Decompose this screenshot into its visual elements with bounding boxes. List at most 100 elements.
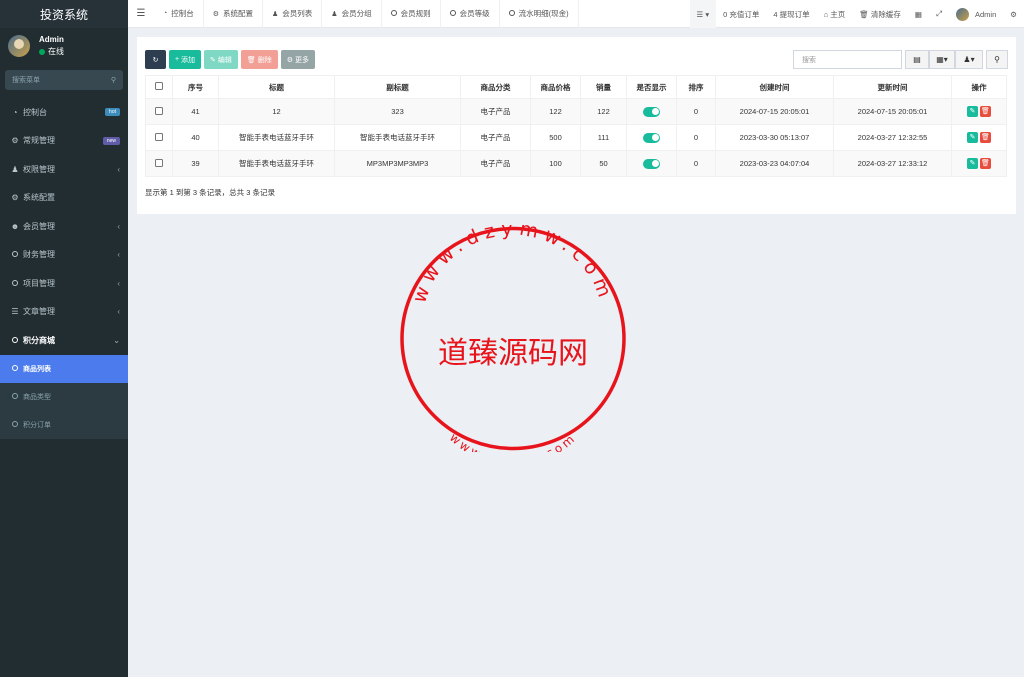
col-id[interactable]: 序号 bbox=[172, 75, 219, 99]
row-checkbox[interactable] bbox=[145, 98, 173, 125]
columns-button[interactable]: ▦▾ bbox=[929, 50, 955, 69]
search-icon: ⚲ bbox=[994, 55, 1000, 64]
sidebar-search-input[interactable]: 搜索菜单 ⚲ bbox=[5, 70, 123, 90]
cogs-icon: ⚙ bbox=[11, 136, 19, 146]
delete-button[interactable]: 🗑 删除 bbox=[240, 50, 278, 69]
row-checkbox[interactable] bbox=[145, 150, 173, 177]
sidebar-item-auth[interactable]: ♟ 权限管理 ‹ bbox=[0, 155, 128, 184]
dashboard-icon: ◔ bbox=[163, 10, 168, 17]
edit-row-button[interactable]: ✎ bbox=[967, 106, 978, 117]
circle-icon bbox=[508, 9, 515, 18]
topbar-right: ☰ ▾ 0 充值订单 4 提现订单 ⌂ 主页 🗑 清除缓存 ▦ ⤢ Admin … bbox=[689, 0, 1024, 28]
admin-menu[interactable]: Admin bbox=[949, 0, 1003, 28]
sidebar-item-finance[interactable]: 财务管理 ‹ bbox=[0, 241, 128, 270]
edit-row-button[interactable]: ✎ bbox=[967, 132, 978, 143]
col-subtitle[interactable]: 副标题 bbox=[334, 75, 461, 99]
refresh-button[interactable]: ↻ bbox=[145, 50, 166, 69]
tab-member-group[interactable]: ♟ 会员分组 bbox=[322, 0, 382, 28]
toggle-view-button[interactable]: ▤ bbox=[905, 50, 929, 69]
sidebar-item-articles[interactable]: ☰ 文章管理 ‹ bbox=[0, 298, 128, 327]
table-row[interactable]: 40 智能手表电话蓝牙手环 智能手表电话蓝牙手环 电子产品 500 111 0 … bbox=[145, 124, 1007, 151]
withdraw-orders-link[interactable]: 4 提现订单 bbox=[766, 0, 816, 28]
edit-button[interactable]: ✎ 编辑 bbox=[204, 50, 238, 69]
list-icon: ☰ bbox=[696, 9, 704, 19]
sidebar-item-dashboard[interactable]: ◔ 控制台 hot bbox=[0, 98, 128, 127]
edit-row-button[interactable]: ✎ bbox=[967, 158, 978, 169]
col-visible[interactable]: 是否显示 bbox=[626, 75, 677, 99]
sidebar-item-config[interactable]: ⚙ 系统配置 bbox=[0, 184, 128, 213]
col-title[interactable]: 标题 bbox=[218, 75, 335, 99]
col-created[interactable]: 创建时间 bbox=[715, 75, 834, 99]
sidebar-item-product-types[interactable]: 商品类型 bbox=[0, 383, 128, 411]
delete-row-button[interactable]: 🗑 bbox=[980, 106, 991, 117]
more-button[interactable]: ⚙ 更多 bbox=[280, 50, 315, 69]
table-right-tools: 搜索 ▤ ▦▾ ♟▾ ⚲ bbox=[793, 50, 1008, 69]
dashboard-icon: ◔ bbox=[12, 107, 18, 117]
tab-member-levels[interactable]: 会员等级 bbox=[441, 0, 500, 28]
tab-dashboard[interactable]: ◔ 控制台 bbox=[154, 0, 204, 28]
settings-gear-icon[interactable]: ⚙ bbox=[1003, 0, 1024, 28]
col-sort[interactable]: 排序 bbox=[676, 75, 716, 99]
cell-sales: 122 bbox=[580, 98, 627, 125]
menu-toggle-icon[interactable]: ☰ bbox=[128, 8, 154, 19]
cell-actions: ✎ 🗑 bbox=[951, 98, 1007, 125]
chevron-left-icon: ‹ bbox=[117, 278, 120, 288]
hot-badge: hot bbox=[105, 108, 120, 117]
home-icon: ⌂ bbox=[823, 9, 829, 19]
tab-bar: ◔ 控制台 ⚙ 系统配置 ♟ 会员列表 ♟ 会员分组 会员规则 会员等级 流水明细(现金… bbox=[154, 0, 579, 28]
refresh-icon: ↻ bbox=[152, 56, 159, 64]
user-circle-icon: ☻ bbox=[10, 221, 20, 231]
columns-icon: ▦▾ bbox=[936, 55, 948, 64]
col-sales[interactable]: 销量 bbox=[580, 75, 627, 99]
table-row[interactable]: 39 智能手表电话蓝牙手环 MP3MP3MP3MP3 电子产品 100 50 0… bbox=[145, 150, 1007, 177]
search-toggle-button[interactable]: ⚲ bbox=[986, 50, 1008, 69]
tabs-dropdown-button[interactable]: ☰ ▾ bbox=[689, 0, 717, 28]
tab-member-rules[interactable]: 会员规则 bbox=[382, 0, 441, 28]
sidebar-item-general[interactable]: ⚙ 常规管理 new bbox=[0, 127, 128, 156]
table-row[interactable]: 41 12 323 电子产品 122 122 0 2024-07-15 20:0… bbox=[145, 98, 1007, 125]
visible-toggle[interactable] bbox=[643, 158, 660, 169]
circle-icon bbox=[12, 420, 18, 429]
cell-category: 电子产品 bbox=[460, 124, 531, 151]
table-search-input[interactable]: 搜索 bbox=[793, 50, 902, 69]
home-link[interactable]: ⌂ 主页 bbox=[817, 0, 853, 28]
cell-sort: 0 bbox=[676, 150, 716, 177]
sidebar-item-product-list[interactable]: 商品列表 bbox=[0, 354, 128, 383]
cell-created: 2023-03-23 04:07:04 bbox=[715, 150, 834, 177]
visible-toggle[interactable] bbox=[643, 132, 660, 143]
avatar bbox=[8, 35, 30, 57]
recharge-orders-link[interactable]: 0 充值订单 bbox=[716, 0, 766, 28]
tab-system-config[interactable]: ⚙ 系统配置 bbox=[204, 0, 264, 28]
cell-id: 41 bbox=[172, 98, 219, 125]
cell-created: 2024-07-15 20:05:01 bbox=[715, 98, 834, 125]
clear-cache-button[interactable]: 🗑 清除缓存 bbox=[852, 0, 908, 28]
cell-title: 智能手表电话蓝牙手环 bbox=[218, 124, 335, 151]
col-category[interactable]: 商品分类 bbox=[460, 75, 531, 99]
row-checkbox[interactable] bbox=[145, 124, 173, 151]
delete-row-button[interactable]: 🗑 bbox=[980, 132, 991, 143]
delete-row-button[interactable]: 🗑 bbox=[980, 158, 991, 169]
sidebar-item-members[interactable]: ☻ 会员管理 ‹ bbox=[0, 212, 128, 241]
trash-icon: 🗑 bbox=[859, 9, 869, 19]
col-updated[interactable]: 更新时间 bbox=[833, 75, 952, 99]
tab-member-list[interactable]: ♟ 会员列表 bbox=[263, 0, 323, 28]
col-price[interactable]: 商品价格 bbox=[530, 75, 581, 99]
language-icon[interactable]: ▦ bbox=[908, 0, 929, 28]
export-button[interactable]: ♟▾ bbox=[955, 50, 983, 69]
user-status: 在线 bbox=[39, 46, 64, 57]
sidebar-item-points-mall[interactable]: 积分商城 ⌄ bbox=[0, 326, 128, 355]
visible-toggle[interactable] bbox=[643, 106, 660, 117]
add-button[interactable]: + 添加 bbox=[169, 50, 202, 69]
cell-updated: 2024-03-27 12:33:12 bbox=[833, 150, 952, 177]
sidebar-item-points-orders[interactable]: 积分订单 bbox=[0, 411, 128, 439]
list-icon: ☰ bbox=[11, 307, 19, 317]
sidebar-item-projects[interactable]: 项目管理 ‹ bbox=[0, 269, 128, 298]
cell-actions: ✎ 🗑 bbox=[951, 124, 1007, 151]
cell-subtitle: 323 bbox=[334, 98, 461, 125]
select-all-checkbox[interactable] bbox=[145, 75, 173, 99]
app-title[interactable]: 投资系统 bbox=[0, 0, 128, 28]
pencil-icon: ✎ bbox=[210, 56, 216, 64]
tab-cash-flow[interactable]: 流水明细(现金) bbox=[500, 0, 579, 28]
export-icon: ♟▾ bbox=[963, 55, 975, 64]
fullscreen-icon[interactable]: ⤢ bbox=[929, 0, 949, 28]
